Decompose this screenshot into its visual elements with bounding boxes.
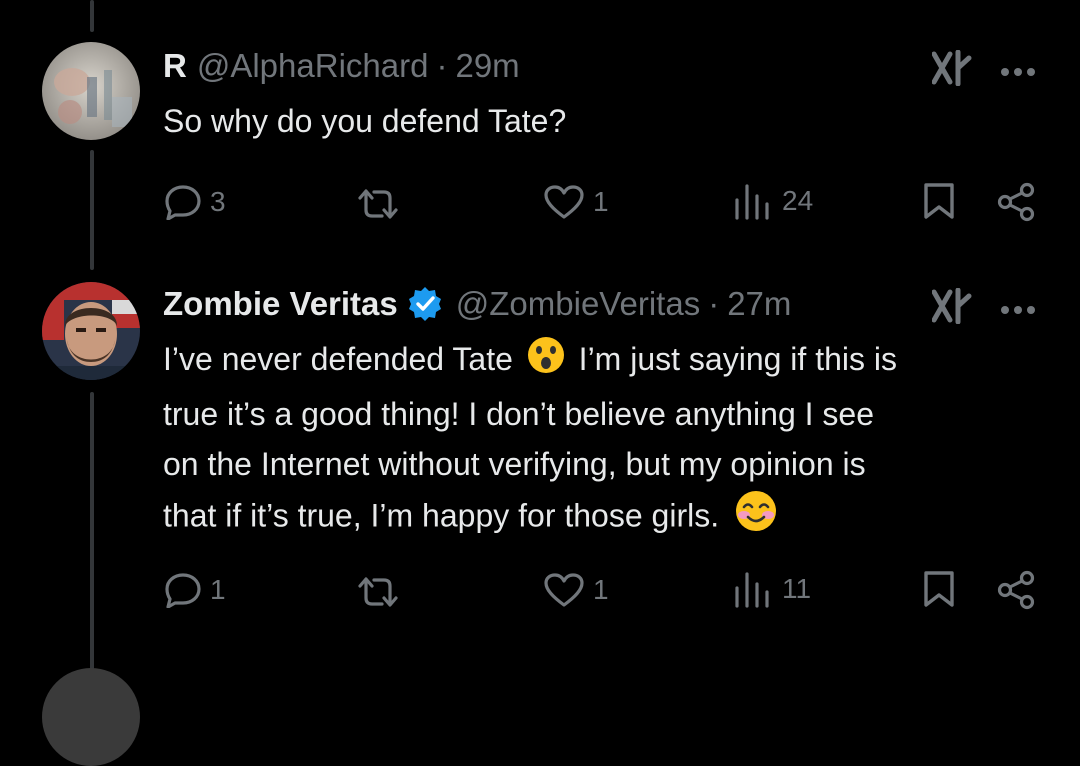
reply-icon xyxy=(165,573,201,608)
views-button[interactable]: 11 xyxy=(734,570,811,608)
avatar[interactable] xyxy=(42,282,140,380)
next-tweet-avatar[interactable] xyxy=(42,668,140,766)
share-button[interactable] xyxy=(996,570,1036,610)
views-icon xyxy=(735,184,769,220)
timestamp[interactable]: 29m xyxy=(455,47,519,85)
tweet-text-line: on the Internet without verifying, but m… xyxy=(163,445,866,482)
display-name[interactable]: Zombie Veritas xyxy=(163,285,398,323)
tweet-header: Zombie Veritas @ZombieVeritas · 27m xyxy=(163,284,791,324)
timestamp[interactable]: 27m xyxy=(727,285,791,323)
reply-count: 3 xyxy=(210,186,226,217)
tweet-text-line: I’ve never defended Tate I’m just saying… xyxy=(163,334,1043,389)
tweet-text-line: that if it’s true, I’m happy for those g… xyxy=(163,489,1043,547)
reply-count: 1 xyxy=(210,574,226,605)
share-icon xyxy=(997,570,1035,610)
verified-badge-icon xyxy=(406,285,444,323)
share-button[interactable] xyxy=(996,182,1036,222)
bookmark-button[interactable] xyxy=(922,570,956,608)
like-count: 1 xyxy=(593,186,609,217)
thread-line xyxy=(90,392,94,674)
views-count: 11 xyxy=(782,573,812,604)
tweet-actions: 1 1 11 xyxy=(0,566,1080,616)
grok-icon[interactable] xyxy=(931,49,972,91)
bookmark-icon xyxy=(924,183,954,219)
repost-button[interactable] xyxy=(356,188,400,220)
like-count: 1 xyxy=(593,574,609,605)
like-icon xyxy=(544,573,584,607)
separator: · xyxy=(436,47,448,84)
tweet-text-segment: I’ve never defended Tate xyxy=(163,341,513,377)
tweet-text-line: true it’s a good thing! I don’t believe … xyxy=(163,395,874,432)
tweet-actions: 3 1 24 xyxy=(0,178,1080,228)
like-icon xyxy=(544,185,584,219)
views-button[interactable]: 24 xyxy=(734,182,813,220)
tweet-text-segment: that if it’s true, I’m happy for those g… xyxy=(163,497,720,533)
like-button[interactable]: 1 xyxy=(543,184,609,220)
repost-icon xyxy=(358,189,398,219)
views-count: 24 xyxy=(782,185,814,216)
display-name[interactable]: R xyxy=(163,47,187,85)
reply-button[interactable]: 1 xyxy=(164,572,226,608)
smiling-face-emoji-icon xyxy=(734,489,778,547)
tweet-header: R @AlphaRichard · 29m xyxy=(163,46,520,86)
tweet-text-segment: I’m just saying if this is xyxy=(578,341,897,377)
bookmark-icon xyxy=(924,571,954,607)
grok-icon[interactable] xyxy=(931,287,972,329)
bookmark-button[interactable] xyxy=(922,182,956,220)
tweet-text: So why do you defend Tate? xyxy=(163,103,567,139)
astonished-face-emoji-icon xyxy=(526,335,566,389)
separator: · xyxy=(708,285,720,322)
repost-icon xyxy=(358,577,398,607)
views-icon xyxy=(735,572,769,608)
handle[interactable]: @ZombieVeritas xyxy=(456,285,700,323)
reply-button[interactable]: 3 xyxy=(164,184,226,220)
thread-line xyxy=(90,0,94,32)
tweet-text: I’ve never defended Tate I’m just saying… xyxy=(163,334,1043,547)
reply-icon xyxy=(165,185,201,220)
more-icon[interactable] xyxy=(1000,64,1036,82)
like-button[interactable]: 1 xyxy=(543,572,609,608)
repost-button[interactable] xyxy=(356,576,400,608)
more-icon[interactable] xyxy=(1000,302,1036,320)
handle[interactable]: @AlphaRichard xyxy=(197,47,429,85)
share-icon xyxy=(997,182,1035,222)
avatar[interactable] xyxy=(42,42,140,140)
